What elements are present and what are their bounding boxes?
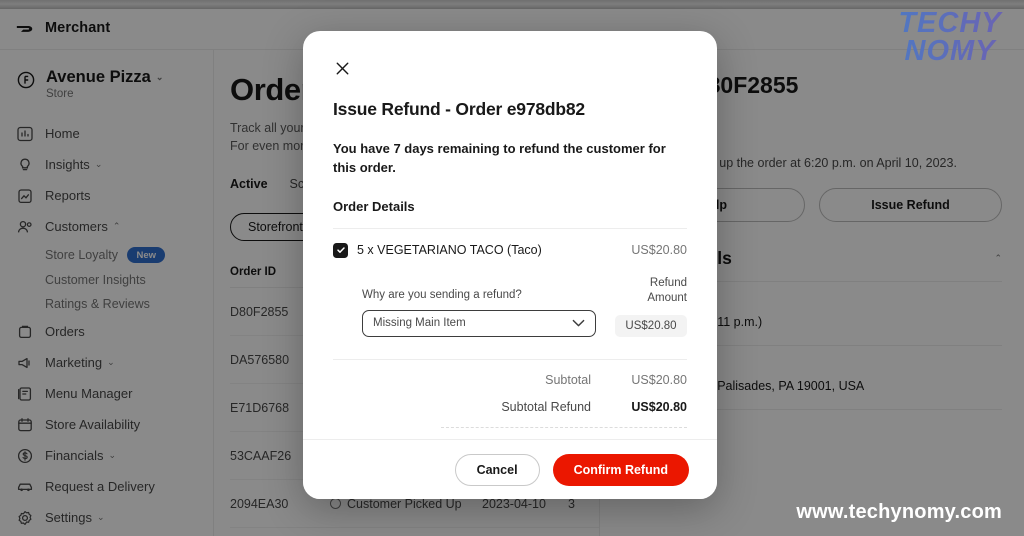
item-checkbox[interactable] (333, 242, 348, 258)
watermark-logo: TECHY NOMY (890, 10, 1010, 66)
watermark-url: www.techynomy.com (796, 501, 1002, 523)
modal-lead-text: You have 7 days remaining to refund the … (333, 141, 666, 175)
cancel-button[interactable]: Cancel (454, 453, 540, 486)
modal-footer: Cancel Confirm Refund (303, 439, 717, 499)
item-name: 5 x VEGETARIANO TACO (Taco) (357, 243, 542, 258)
item-price: US$20.80 (631, 243, 687, 258)
refund-amount-label: Refund Amount (647, 276, 687, 305)
check-icon (336, 247, 345, 254)
total-row-subtotal: Subtotal US$20.80 (545, 372, 687, 387)
refund-amount-group: Refund Amount US$20.80 (615, 276, 687, 337)
issue-refund-modal: Issue Refund - Order e978db82 You have 7… (303, 31, 717, 499)
total-row-subtotal-refund: Subtotal Refund US$20.80 (501, 399, 687, 414)
refund-line-item: 5 x VEGETARIANO TACO (Taco) US$20.80 (333, 242, 687, 258)
dashed-divider (441, 426, 687, 428)
close-icon[interactable] (333, 59, 352, 78)
chevron-down-icon (572, 319, 585, 327)
modal-body: Issue Refund - Order e978db82 You have 7… (303, 31, 717, 439)
modal-section-title: Order Details (333, 198, 415, 214)
refund-reason-selected-value: Missing Main Item (373, 317, 466, 330)
divider (333, 227, 687, 229)
divider (333, 358, 687, 360)
refund-reason-question: Why are you sending a refund? (362, 288, 522, 301)
refund-amount-value: US$20.80 (615, 314, 687, 337)
screenshot-root: Merchant Avenue Pizza ⌄ Store Home Insig… (0, 0, 1024, 536)
refund-reason-row: Why are you sending a refund? Missing Ma… (333, 276, 687, 337)
refund-reason-left: Why are you sending a refund? Missing Ma… (333, 289, 615, 337)
refund-reason-select[interactable]: Missing Main Item (362, 309, 596, 337)
confirm-refund-button[interactable]: Confirm Refund (552, 453, 689, 486)
modal-title: Issue Refund - Order e978db82 (333, 99, 585, 119)
